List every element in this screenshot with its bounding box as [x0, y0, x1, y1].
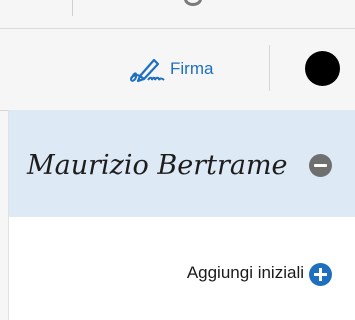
top-bar-divider: [72, 0, 73, 16]
add-initials-row[interactable]: Aggiungi iniziali: [9, 255, 355, 295]
svg-text:Maurizio Bertrame: Maurizio Bertrame: [26, 150, 288, 181]
sign-label: Firma: [170, 59, 214, 78]
add-initials-button[interactable]: [309, 263, 332, 286]
add-initials-label: Aggiungi iniziali: [186, 263, 304, 282]
partial-circle-icon[interactable]: [184, 0, 202, 6]
pen-signature-icon: [129, 58, 165, 83]
remove-signature-button[interactable]: [309, 154, 332, 177]
toolbar-divider: [269, 45, 270, 91]
color-swatch[interactable]: [305, 51, 340, 86]
toolbar: Firma: [0, 29, 355, 111]
signature-panel: Maurizio Bertrame Aggiungi iniziali: [8, 110, 355, 320]
saved-signature: Maurizio Bertrame: [26, 150, 288, 181]
top-bar: [0, 0, 355, 29]
sign-button[interactable]: Firma: [128, 53, 213, 85]
saved-signature-row[interactable]: Maurizio Bertrame: [9, 110, 355, 217]
